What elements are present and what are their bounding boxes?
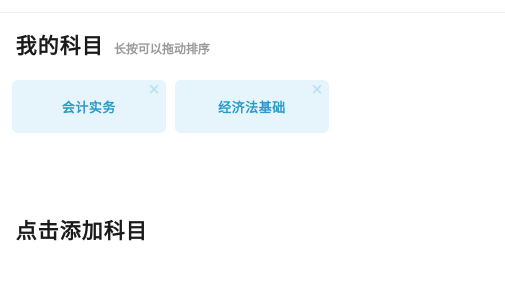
subject-label: 经济法基础	[218, 101, 286, 116]
close-icon[interactable]: ×	[310, 82, 324, 97]
subject-manager-page: 我的科目 长按可以拖动排序 会计实务 × 经济法基础 × 点击添加科目	[0, 0, 505, 298]
top-divider	[0, 12, 505, 13]
subject-label: 会计实务	[61, 101, 116, 116]
my-subjects-header: 我的科目 长按可以拖动排序	[16, 30, 210, 60]
my-subjects-list: 会计实务 × 经济法基础 ×	[12, 80, 329, 133]
close-icon[interactable]: ×	[147, 82, 161, 97]
subject-card-accounting-practice[interactable]: 会计实务 ×	[12, 80, 166, 133]
add-subject-title: 点击添加科目	[16, 219, 148, 243]
drag-sort-hint: 长按可以拖动排序	[114, 42, 211, 56]
subject-card-economic-law-basics[interactable]: 经济法基础 ×	[175, 80, 329, 133]
my-subjects-title: 我的科目	[16, 34, 104, 58]
